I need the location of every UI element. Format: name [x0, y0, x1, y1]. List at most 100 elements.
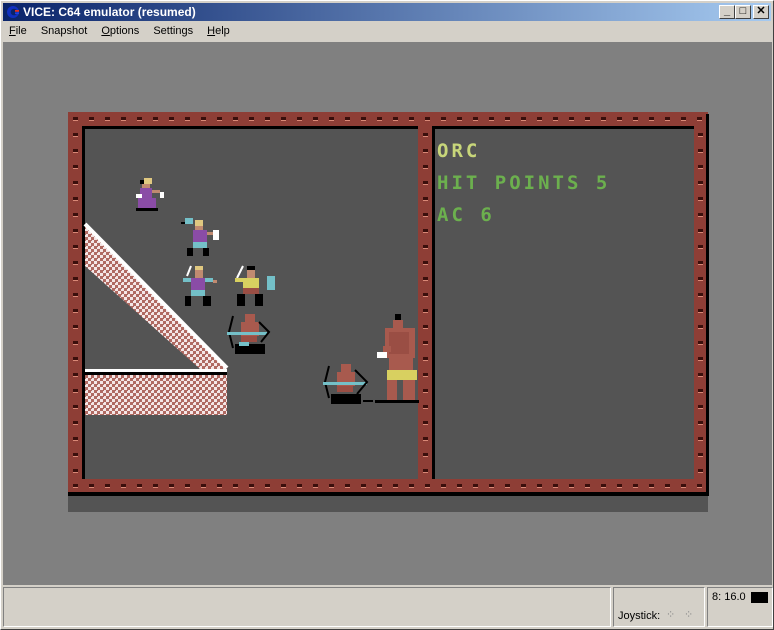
rivet: [73, 181, 78, 185]
rivet: [617, 117, 622, 121]
rivet: [73, 453, 78, 457]
rivet: [569, 484, 574, 488]
party-shield-fighter-sprite[interactable]: [233, 264, 279, 312]
rivet: [698, 197, 703, 201]
menu-help[interactable]: Help: [202, 22, 235, 41]
armor-class: AC 6: [437, 205, 495, 225]
orc-chief-sprite[interactable]: [375, 312, 421, 410]
orc-archer-sprite[interactable]: [323, 362, 373, 410]
rivet: [537, 484, 542, 488]
rivet: [73, 133, 78, 137]
rivet: [73, 357, 78, 361]
rivet: [425, 484, 430, 488]
rivet: [329, 484, 334, 488]
rivet: [423, 469, 428, 473]
rivet: [698, 165, 703, 169]
rivet: [473, 484, 478, 488]
rivet: [423, 357, 428, 361]
rivet: [281, 484, 286, 488]
rivet: [698, 261, 703, 265]
rivet: [73, 165, 78, 169]
rivet: [521, 117, 526, 121]
title-bar[interactable]: VICE: C64 emulator (resumed) _ □ ✕: [3, 3, 771, 21]
rivet: [423, 197, 428, 201]
rivet: [423, 309, 428, 313]
rivet: [297, 484, 302, 488]
rivet: [698, 245, 703, 249]
rivet: [73, 469, 78, 473]
joystick-label: Joystick:: [618, 610, 661, 622]
rivet: [697, 117, 702, 121]
rivet: [329, 117, 334, 121]
joystick-port1-icon[interactable]: ⁘: [666, 608, 675, 621]
drive-status-panel: 8: 16.0: [707, 587, 773, 627]
frame-left: [68, 112, 82, 492]
rivet: [585, 484, 590, 488]
rivet: [169, 484, 174, 488]
rivet: [649, 484, 654, 488]
menu-settings[interactable]: Settings: [148, 22, 198, 41]
rivet: [137, 484, 142, 488]
emulator-display[interactable]: ORC HIT POINTS 5 AC 6: [3, 42, 772, 585]
close-button[interactable]: ✕: [753, 5, 769, 19]
frame-bottom: [68, 479, 708, 492]
rivet: [649, 117, 654, 121]
rivet: [281, 117, 286, 121]
joystick-panel: Joystick: ⁘ ⁘: [613, 587, 705, 627]
rivet: [73, 197, 78, 201]
rivet: [698, 277, 703, 281]
rivet: [153, 117, 158, 121]
rivet: [249, 117, 254, 121]
menu-options[interactable]: Options: [96, 22, 144, 41]
party-archer-sprite[interactable]: [227, 312, 277, 360]
rivet: [423, 421, 428, 425]
rivet: [423, 133, 428, 137]
rivet: [73, 405, 78, 409]
party-fighter-sprite[interactable]: [181, 264, 227, 312]
rivet: [377, 484, 382, 488]
party-flail-fighter-sprite[interactable]: [181, 216, 227, 264]
rivet: [457, 484, 462, 488]
rivet: [153, 484, 158, 488]
rivet: [698, 453, 703, 457]
minimize-button[interactable]: _: [719, 5, 735, 19]
floor-wall-edge: [85, 369, 227, 372]
rivet: [423, 261, 428, 265]
rivet: [409, 117, 414, 121]
rivet: [489, 117, 494, 121]
rivet: [297, 117, 302, 121]
rivet: [698, 309, 703, 313]
frame-right-shadow: [706, 114, 709, 496]
rivet: [698, 405, 703, 409]
frame-divider: [418, 112, 432, 492]
menu-file[interactable]: File: [4, 22, 32, 41]
rivet: [521, 484, 526, 488]
rivet: [423, 165, 428, 169]
rivet: [73, 437, 78, 441]
drive-led-icon: [751, 592, 768, 603]
rivet: [73, 261, 78, 265]
rivet: [423, 405, 428, 409]
maximize-button[interactable]: □: [735, 5, 751, 19]
rivet: [441, 484, 446, 488]
rivet: [233, 117, 238, 121]
rivet: [233, 484, 238, 488]
rivet: [505, 484, 510, 488]
frame-top: [68, 112, 708, 126]
rivet: [409, 484, 414, 488]
joystick-port2-icon[interactable]: ⁘: [684, 608, 693, 621]
rivet: [105, 117, 110, 121]
ac-label: AC: [437, 204, 466, 226]
menu-snapshot[interactable]: Snapshot: [36, 22, 92, 41]
rivet: [265, 117, 270, 121]
party-cleric-sprite[interactable]: [134, 176, 172, 220]
rivet: [553, 484, 558, 488]
rivet: [698, 293, 703, 297]
rivet: [73, 325, 78, 329]
rivet: [423, 229, 428, 233]
rivet: [553, 117, 558, 121]
status-bar: Joystick: ⁘ ⁘ 8: 16.0: [3, 587, 773, 629]
rivet: [489, 484, 494, 488]
rivet: [201, 484, 206, 488]
rivet: [217, 117, 222, 121]
